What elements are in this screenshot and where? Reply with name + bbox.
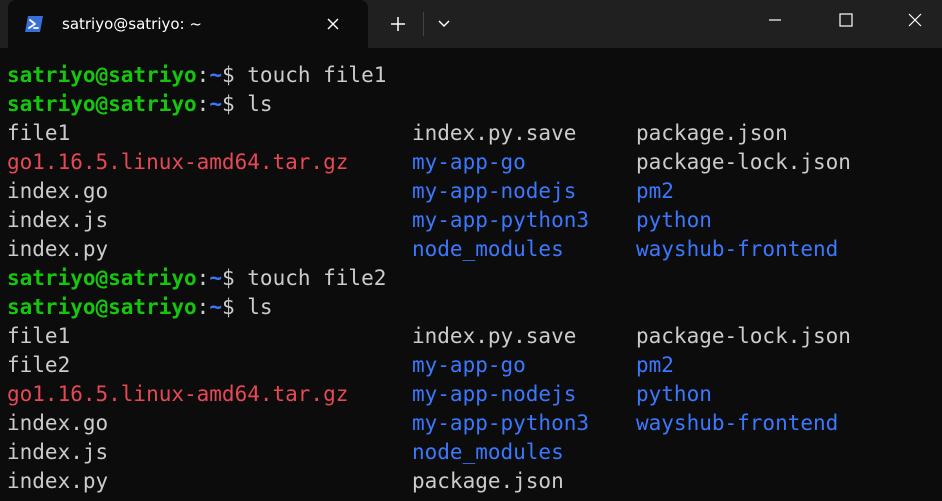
ls-output-row: file2 my-app-go pm2 <box>7 351 674 380</box>
file-entry: index.py.save <box>412 324 577 348</box>
plus-icon <box>391 17 405 31</box>
directory-entry: node_modules <box>412 440 564 464</box>
directory-entry: wayshub-frontend <box>636 237 839 261</box>
directory-entry: pm2 <box>636 353 674 377</box>
directory-entry: my-app-python3 <box>412 411 590 435</box>
directory-entry: my-app-nodejs <box>412 382 577 406</box>
profile-dropdown-button[interactable] <box>428 9 460 39</box>
prompt-symbol: $ <box>221 295 235 319</box>
maximize-icon <box>839 13 853 27</box>
close-window-button[interactable] <box>892 0 938 40</box>
file-entry: index.js <box>7 208 109 232</box>
terminal-output[interactable]: satriyo@satriyo:~$ touch file1 satriyo@s… <box>0 60 942 501</box>
ls-output-row: file1 index.py.save package.json <box>7 119 788 148</box>
tab-title: satriyo@satriyo: ~ <box>62 15 202 33</box>
file-entry: file2 <box>7 353 71 377</box>
directory-entry: wayshub-frontend <box>636 411 839 435</box>
file-entry: package.json <box>412 469 564 493</box>
file-entry: index.py.save <box>412 121 577 145</box>
file-entry: file1 <box>7 121 71 145</box>
prompt-symbol: $ <box>221 63 235 87</box>
ls-output-row: index.js my-app-python3 python <box>7 206 712 235</box>
minimize-button[interactable] <box>752 0 798 40</box>
file-entry: package-lock.json <box>636 150 851 174</box>
terminal-window: satriyo@satriyo: ~ satriyo@satriyo:~$ to… <box>0 0 942 501</box>
file-entry: index.py <box>7 469 109 493</box>
ls-output-row: index.go my-app-python3 wayshub-frontend <box>7 409 838 438</box>
ls-output-row: index.py package.json <box>7 467 564 496</box>
prompt-path: ~ <box>209 266 222 290</box>
prompt-user: satriyo@satriyo <box>7 266 197 290</box>
directory-entry: pm2 <box>636 179 674 203</box>
prompt-colon: : <box>196 63 210 87</box>
new-tab-button[interactable] <box>382 9 414 39</box>
directory-entry: python <box>636 382 712 406</box>
prompt-colon: : <box>196 295 210 319</box>
file-entry: package-lock.json <box>636 324 851 348</box>
directory-entry: my-app-go <box>412 353 526 377</box>
file-entry: index.py <box>7 237 109 261</box>
archive-entry: go1.16.5.linux-amd64.tar.gz <box>7 150 349 174</box>
minimize-icon <box>769 19 781 21</box>
prompt-symbol: $ <box>221 266 235 290</box>
prompt-line: satriyo@satriyo:~$ touch file1 <box>7 61 386 90</box>
prompt-colon: : <box>196 266 210 290</box>
prompt-user: satriyo@satriyo <box>7 63 197 87</box>
file-entry: file1 <box>7 324 71 348</box>
ls-output-row: go1.16.5.linux-amd64.tar.gz my-app-nodej… <box>7 380 712 409</box>
prompt-path: ~ <box>209 92 222 116</box>
close-tab-button[interactable] <box>321 12 345 36</box>
close-icon <box>327 18 339 30</box>
ls-output-row: index.js node_modules <box>7 438 564 467</box>
command-text: ls <box>247 295 273 319</box>
prompt-symbol: $ <box>221 92 235 116</box>
close-icon <box>908 13 922 27</box>
terminal-tab[interactable]: satriyo@satriyo: ~ <box>8 0 368 48</box>
file-entry: index.js <box>7 440 109 464</box>
ls-output-row: index.py node_modules wayshub-frontend <box>7 235 838 264</box>
command-text: ls <box>247 92 273 116</box>
title-bar: satriyo@satriyo: ~ <box>0 0 942 48</box>
ls-output-row: file1 index.py.save package-lock.json <box>7 322 851 351</box>
file-entry: index.go <box>7 411 109 435</box>
directory-entry: node_modules <box>412 237 564 261</box>
chevron-down-icon <box>438 20 450 28</box>
archive-entry: go1.16.5.linux-amd64.tar.gz <box>7 382 349 406</box>
prompt-path: ~ <box>209 295 222 319</box>
tab-separator <box>423 12 424 36</box>
prompt-line: satriyo@satriyo:~$ ls <box>7 90 273 119</box>
file-entry: index.go <box>7 179 109 203</box>
ls-output-row: go1.16.5.linux-amd64.tar.gz my-app-go pa… <box>7 148 851 177</box>
prompt-colon: : <box>196 92 210 116</box>
file-entry: package.json <box>636 121 788 145</box>
prompt-user: satriyo@satriyo <box>7 295 197 319</box>
directory-entry: my-app-nodejs <box>412 179 577 203</box>
directory-entry: python <box>636 208 712 232</box>
directory-entry: my-app-go <box>412 150 526 174</box>
prompt-path: ~ <box>209 63 222 87</box>
prompt-user: satriyo@satriyo <box>7 92 197 116</box>
prompt-line: satriyo@satriyo:~$ touch file2 <box>7 264 386 293</box>
directory-entry: my-app-python3 <box>412 208 590 232</box>
powershell-icon <box>24 14 44 34</box>
maximize-button[interactable] <box>823 0 869 40</box>
command-text: touch file1 <box>247 63 387 87</box>
prompt-line: satriyo@satriyo:~$ ls <box>7 293 273 322</box>
ls-output-row: index.go my-app-nodejs pm2 <box>7 177 674 206</box>
command-text: touch file2 <box>247 266 387 290</box>
